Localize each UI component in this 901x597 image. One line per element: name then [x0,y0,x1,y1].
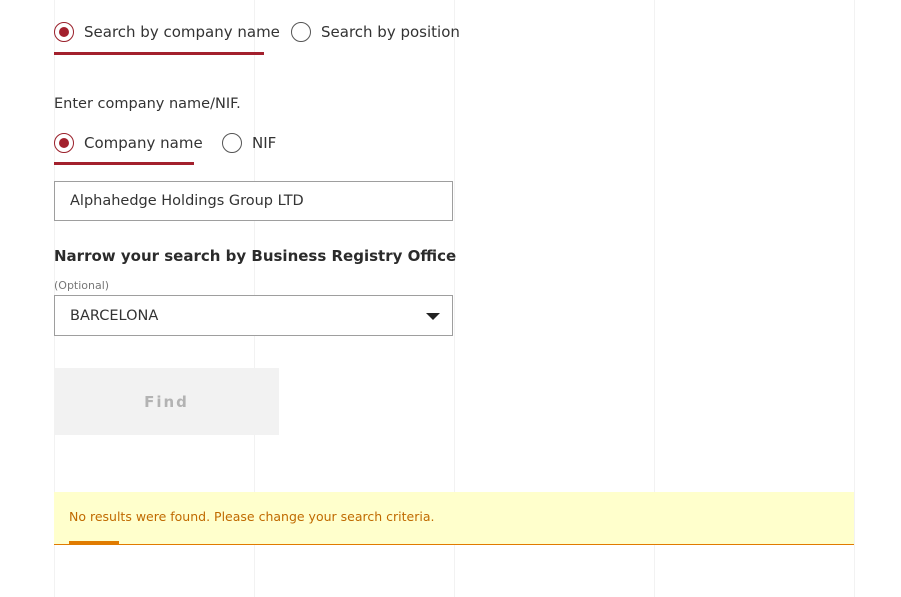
no-results-alert: No results were found. Please change you… [54,492,854,545]
radio-checked-icon [54,22,74,42]
radio-unchecked-icon [291,22,311,42]
optional-hint: (Optional) [54,279,110,292]
find-button[interactable]: Find [54,368,279,435]
selected-option-underline [54,52,264,55]
alert-message: No results were found. Please change you… [69,509,435,524]
registry-office-selected-value: BARCELONA [70,307,159,324]
radio-search-by-company[interactable]: Search by company name [54,22,280,42]
radio-label: NIF [252,134,277,152]
registry-filter-heading: Narrow your search by Business Registry … [54,247,457,265]
field-prompt: Enter company name/NIF. [54,96,241,112]
grid-line [854,0,855,597]
alert-accent-bar [69,541,119,545]
radio-search-by-position[interactable]: Search by position [291,22,460,42]
registry-office-select[interactable]: BARCELONA [54,295,453,336]
radio-label: Search by position [321,23,460,41]
radio-nif[interactable]: NIF [222,133,276,153]
chevron-down-icon [426,313,440,320]
selected-option-underline [54,162,194,165]
company-name-input[interactable] [54,181,453,221]
radio-label: Search by company name [84,23,280,41]
radio-company-name[interactable]: Company name [54,133,203,153]
radio-label: Company name [84,134,203,152]
radio-unchecked-icon [222,133,242,153]
radio-checked-icon [54,133,74,153]
